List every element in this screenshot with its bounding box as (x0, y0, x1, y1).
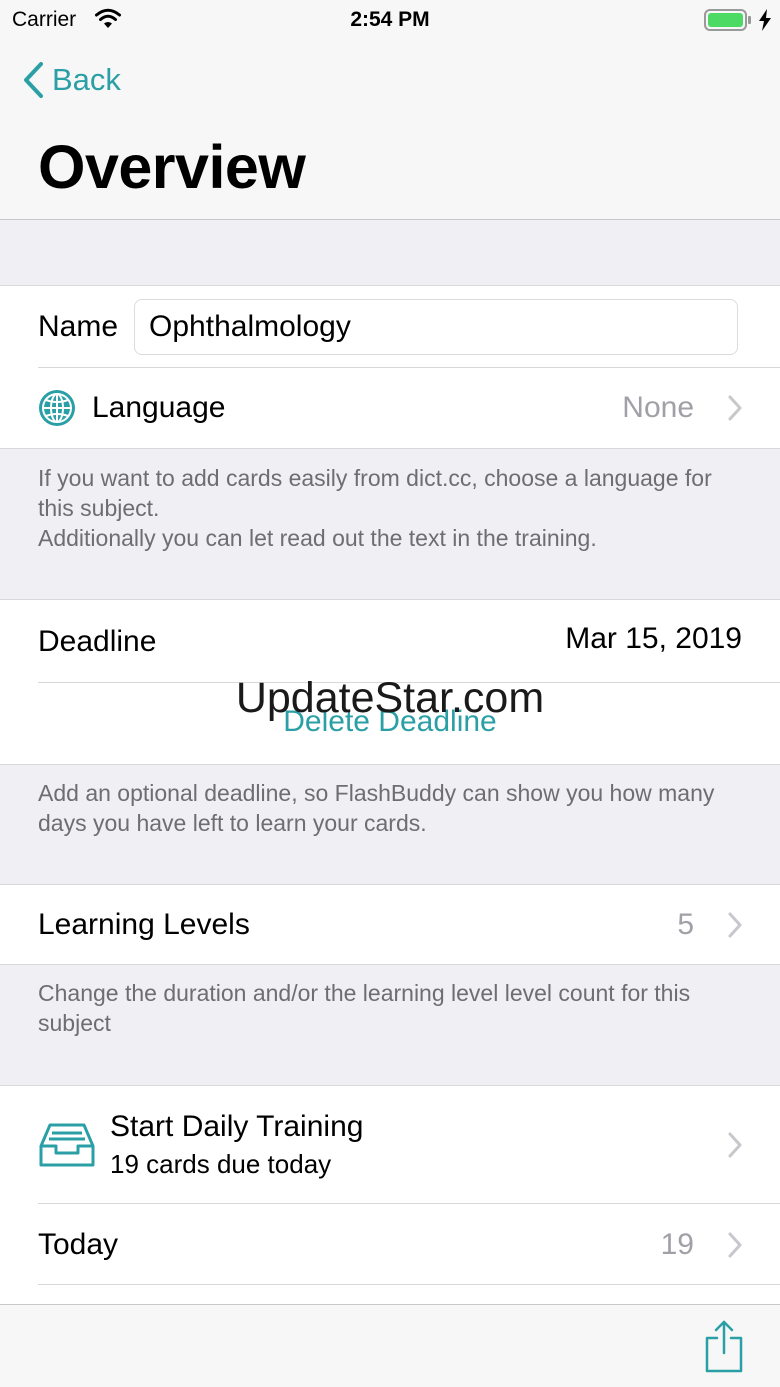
name-input[interactable] (134, 299, 739, 355)
language-label: Language (92, 391, 226, 424)
delete-deadline-label: Delete Deadline (283, 705, 497, 738)
chevron-right-icon (728, 395, 742, 421)
start-daily-training-row[interactable]: Start Daily Training 19 cards due today (0, 1086, 780, 1204)
deadline-footer: Add an optional deadline, so FlashBuddy … (38, 780, 715, 836)
learning-levels-footer: Change the duration and/or the learning … (38, 980, 691, 1036)
learning-levels-value: 5 (677, 907, 694, 941)
learning-levels-label: Learning Levels (38, 907, 250, 941)
chevron-right-icon (728, 912, 742, 937)
deadline-label: Deadline (38, 624, 157, 658)
battery-icon (704, 9, 751, 31)
page-title: Overview (38, 133, 306, 201)
name-label: Name (38, 310, 119, 343)
globe-icon (39, 390, 75, 426)
chevron-left-icon (24, 62, 43, 98)
training-group: Start Daily Training 19 cards due today … (0, 1085, 780, 1305)
back-label: Back (52, 62, 121, 97)
training-title: Start Daily Training (110, 1110, 364, 1143)
delete-deadline-button[interactable]: Delete Deadline (0, 683, 780, 765)
inbox-tray-icon (39, 1123, 95, 1167)
share-icon[interactable] (704, 1319, 744, 1373)
learning-levels-row[interactable]: Learning Levels 5 (0, 885, 780, 964)
navigation-bar: Back Overview (0, 40, 780, 220)
training-text: Start Daily Training 19 cards due today (110, 1108, 363, 1182)
subject-info-group: Name Language None (0, 285, 780, 449)
charging-bolt-icon (759, 9, 771, 31)
today-row[interactable]: Today 19 (0, 1204, 780, 1285)
clock: 2:54 PM (350, 8, 430, 31)
language-footer: If you want to add cards easily from dic… (38, 465, 712, 551)
chevron-right-icon (728, 1232, 742, 1257)
deadline-value: Mar 15, 2019 (565, 621, 742, 655)
language-row[interactable]: Language None (0, 368, 780, 448)
today-label: Today (38, 1227, 119, 1261)
training-subtitle: 19 cards due today (110, 1149, 332, 1179)
name-row: Name (0, 286, 780, 368)
learning-levels-group: Learning Levels 5 (0, 884, 780, 965)
language-value: None (622, 391, 694, 424)
bottom-toolbar (0, 1304, 780, 1387)
deadline-row[interactable]: Deadline Mar 15, 2019 (0, 600, 780, 683)
today-value: 19 (660, 1227, 694, 1261)
deadline-group: Deadline Mar 15, 2019 Delete Deadline (0, 599, 780, 765)
status-bar: Carrier 2:54 PM (0, 0, 780, 40)
chevron-right-icon (728, 1132, 742, 1158)
back-button[interactable]: Back (22, 60, 121, 100)
